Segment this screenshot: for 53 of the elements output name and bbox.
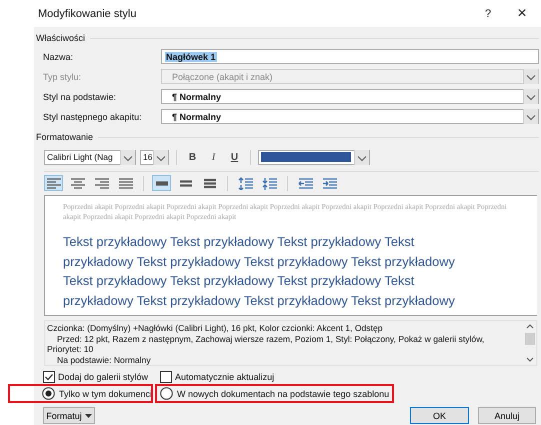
description-line: Na podstawie: Normalny (56, 354, 152, 365)
chevron-down-icon (523, 109, 538, 124)
align-right-icon (94, 176, 110, 190)
name-field[interactable]: Nagłówek 1 (161, 49, 539, 64)
font-color-dropdown[interactable] (258, 150, 370, 164)
style-dropdown[interactable]: ¶ Normalny (161, 89, 539, 104)
window-title: Modyfikowanie stylu (38, 8, 136, 20)
bold-button[interactable]: B (184, 150, 201, 164)
paragraph-spacing-icon (262, 176, 278, 190)
decrease-indent-icon (298, 176, 314, 190)
align-center-icon (70, 176, 86, 190)
paragraph-spacing-button[interactable] (236, 175, 255, 191)
paragraph-spacing-icon (238, 176, 254, 190)
description-line: Czcionka: (Domyślny) +Nagłówki (Calibri Light), 16 pkt, Kolor czcionki: Akcent 1, Odstęp (47, 323, 384, 334)
increase-indent-icon (322, 176, 338, 190)
italic-button[interactable]: I (205, 150, 222, 164)
checkbox-label: Dodaj do galerii stylów (58, 371, 148, 383)
help-button[interactable]: ? (471, 2, 505, 26)
chevron-down-icon (523, 69, 538, 84)
field-label: Nazwa: (43, 52, 74, 62)
caret-down-icon (84, 414, 92, 418)
paragraph-spacing-button[interactable] (260, 175, 279, 191)
font-dropdown[interactable]: Calibri Light (Nag (44, 150, 136, 164)
line-spacing-button[interactable] (152, 175, 171, 191)
align-left-button[interactable] (44, 175, 63, 191)
field-label: Typ stylu: (43, 72, 82, 82)
chevron-down-icon (120, 150, 135, 164)
size-dropdown[interactable]: 16 (140, 150, 169, 164)
radio-button[interactable] (160, 387, 173, 400)
justify-icon (118, 176, 134, 190)
checkbox[interactable] (43, 371, 55, 383)
description-line: Przed: 12 pkt, Razem z następnym, Zachowaj wiersze razem, Poziom 1, Styl: Połączony, Pokaż w galerii stylów, (56, 334, 486, 344)
radio-button[interactable] (42, 387, 55, 400)
format-menu-button[interactable]: Formatuj (43, 407, 95, 424)
field-label: Styl następnego akapitu: (43, 112, 143, 122)
align-left-icon (46, 176, 62, 190)
checkbox[interactable] (160, 371, 172, 383)
line-spacing-icon (202, 176, 218, 190)
style-dropdown[interactable]: ¶ Normalny (161, 109, 539, 124)
close-button[interactable]: × (505, 2, 539, 26)
section-heading: Właściwości (36, 33, 86, 43)
chevron-down-icon (354, 150, 369, 164)
description-line: Priorytet: 10 (47, 344, 94, 354)
radio-label: W nowych dokumentach na podstawie tego szablonu (177, 388, 390, 398)
section-heading: Formatowanie (36, 132, 94, 142)
underline-button[interactable]: U (226, 150, 243, 164)
cancel-button[interactable]: Anuluj (478, 407, 536, 424)
checkbox-label: Automatycznie aktualizuj (175, 371, 274, 383)
chevron-down-icon (523, 89, 538, 104)
ok-button[interactable]: OK (410, 407, 469, 424)
field-label: Styl na podstawie: (43, 92, 118, 102)
sample-text: Tekst przykładowy Tekst przykładowy Tekst przykładowy Tekst przykładowy Tekst przykładowy Tekst przykładowy Tekst przykładowy Tekst przykładowy Tekst przykładowy Tekst przykładowy Tekst przykładowy Tekst przykładowy Tekst przykładowy Tekst przykładowy (63, 233, 456, 310)
chevron-down-icon (153, 150, 168, 164)
